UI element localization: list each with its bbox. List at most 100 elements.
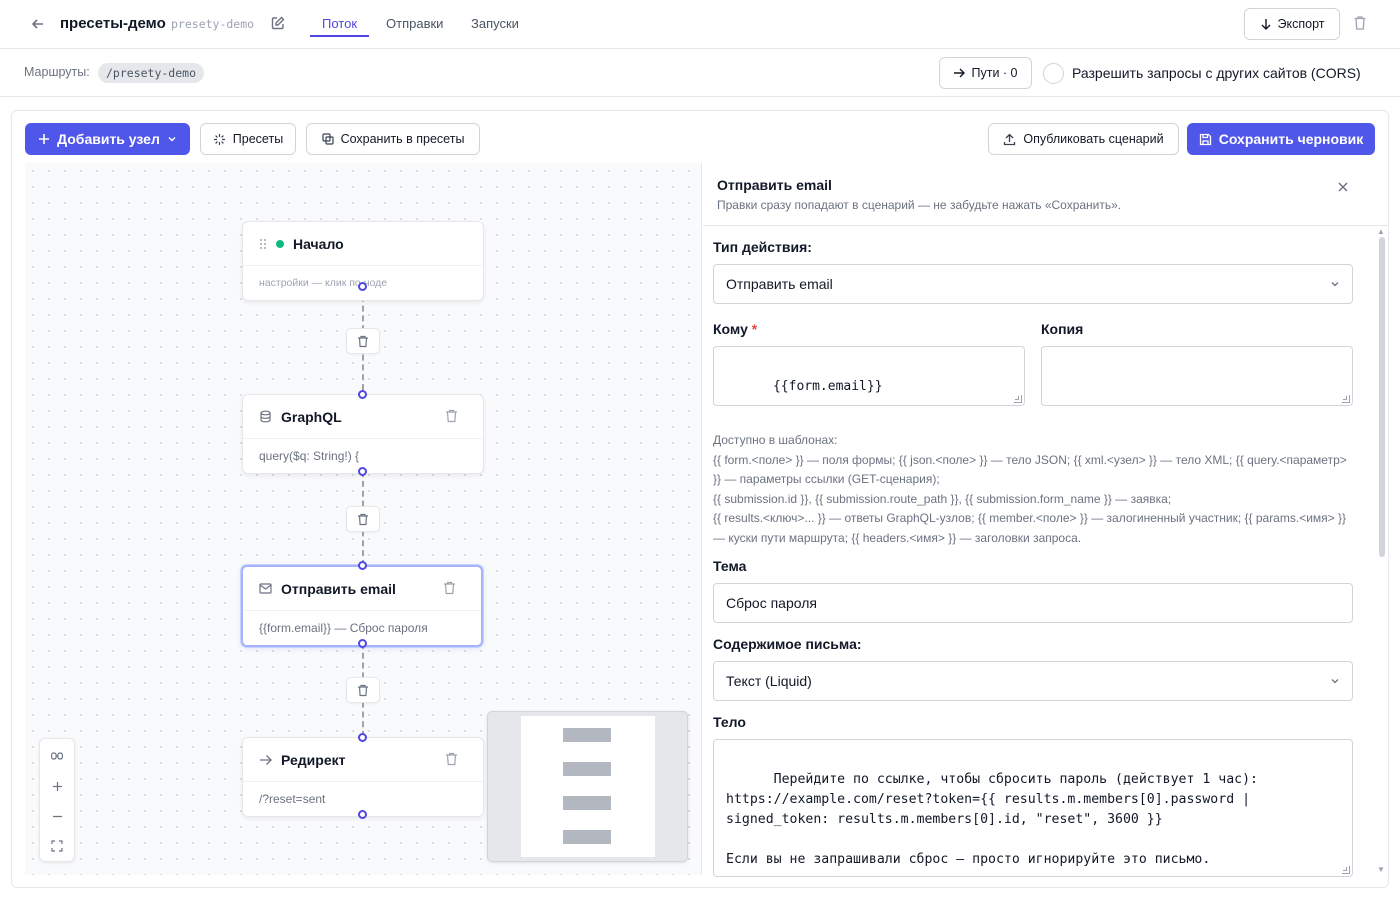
- flow-node-send-email[interactable]: Отправить email {{form.email}} — Сброс п…: [241, 565, 483, 647]
- node-output-handle[interactable]: [358, 467, 367, 476]
- sparkle-icon: [213, 133, 226, 146]
- scroll-up-arrow-icon[interactable]: ▲: [1377, 227, 1385, 236]
- content-label: Содержимое письма:: [713, 636, 862, 652]
- close-icon[interactable]: [1337, 181, 1353, 197]
- content-type-select[interactable]: Текст (Liquid): [713, 661, 1353, 701]
- delete-flow-trash-icon[interactable]: [1353, 15, 1371, 33]
- flow-node-redirect[interactable]: Редирект /?reset=sent: [242, 737, 484, 817]
- minimap[interactable]: [487, 711, 688, 862]
- node-header: Редирект: [243, 738, 483, 782]
- node-header: Начало: [243, 222, 483, 266]
- node-title: Начало: [293, 235, 344, 252]
- action-type-value: Отправить email: [726, 276, 833, 292]
- zoom-out-icon[interactable]: [40, 801, 74, 831]
- subject-value: Сброс пароля: [726, 595, 817, 611]
- node-input-handle[interactable]: [358, 733, 367, 742]
- resize-grip-icon[interactable]: [1342, 395, 1350, 403]
- action-type-select[interactable]: Отправить email: [713, 264, 1353, 304]
- node-title: Редирект: [281, 751, 346, 768]
- add-node-button[interactable]: Добавить узел: [25, 123, 190, 155]
- routes-label: Маршруты:: [24, 65, 90, 79]
- node-title: GraphQL: [281, 408, 342, 425]
- tab-flow[interactable]: Поток: [322, 16, 357, 31]
- minimap-node: [563, 762, 611, 776]
- subject-input[interactable]: Сброс пароля: [713, 583, 1353, 623]
- minimap-viewport: [521, 716, 655, 857]
- flow-canvas[interactable]: Начало настройки — клик по ноде GraphQL …: [25, 163, 702, 875]
- top-bar: пресеты-демо presety-demo Поток Отправки…: [0, 0, 1400, 49]
- template-help-line: {{ results.<ключ>... }} — ответы GraphQL…: [713, 511, 1347, 545]
- to-field[interactable]: {{form.email}}: [713, 346, 1025, 406]
- plus-icon: [38, 133, 50, 145]
- fit-view-icon[interactable]: [40, 831, 74, 861]
- action-type-label: Тип действия:: [713, 239, 812, 255]
- chevron-down-icon: [1330, 676, 1340, 686]
- presets-button[interactable]: Пресеты: [200, 123, 296, 155]
- mail-icon: [259, 583, 272, 594]
- upload-icon: [1003, 133, 1016, 146]
- tab-runs[interactable]: Запуски: [471, 16, 519, 31]
- minimap-node: [563, 728, 611, 742]
- body-field-value: Перейдите по ссылке, чтобы сбросить паро…: [726, 772, 1258, 867]
- template-help-title: Доступно в шаблонах:: [713, 433, 838, 447]
- node-trash-icon[interactable]: [443, 581, 459, 597]
- minimap-node: [563, 830, 611, 844]
- publish-button[interactable]: Опубликовать сценарий: [988, 123, 1179, 155]
- node-input-handle[interactable]: [358, 561, 367, 570]
- edge-delete-button[interactable]: [346, 677, 380, 703]
- page-title: пресеты-демо: [60, 15, 166, 32]
- paths-label: Пути · 0: [971, 66, 1018, 80]
- copy-icon: [321, 133, 334, 145]
- fit-link-icon[interactable]: [40, 741, 74, 771]
- edit-icon[interactable]: [270, 15, 288, 33]
- paths-button[interactable]: Пути · 0: [939, 57, 1032, 89]
- node-settings-panel: Отправить email Правки сразу попадают в …: [703, 163, 1388, 887]
- chevron-down-icon: [167, 134, 177, 144]
- node-trash-icon[interactable]: [445, 752, 461, 768]
- zoom-controls: [39, 738, 75, 862]
- save-draft-label: Сохранить черновик: [1218, 131, 1364, 147]
- presets-label: Пресеты: [232, 132, 284, 146]
- tab-submissions[interactable]: Отправки: [386, 16, 443, 31]
- scroll-down-arrow-icon[interactable]: ▼: [1377, 865, 1385, 874]
- node-output-handle[interactable]: [358, 639, 367, 648]
- node-output-handle[interactable]: [358, 282, 367, 291]
- panel-scrollbar[interactable]: [1379, 237, 1385, 557]
- body-field[interactable]: Перейдите по ссылке, чтобы сбросить паро…: [713, 739, 1353, 877]
- required-marker: *: [751, 321, 758, 337]
- to-field-value: {{form.email}}: [772, 379, 883, 394]
- save-to-presets-button[interactable]: Сохранить в пресеты: [306, 123, 480, 155]
- zoom-in-icon[interactable]: [40, 771, 74, 801]
- save-draft-button[interactable]: Сохранить черновик: [1187, 123, 1375, 155]
- body-label: Тело: [713, 714, 746, 730]
- node-output-handle[interactable]: [358, 810, 367, 819]
- node-title: Отправить email: [281, 580, 396, 597]
- route-badge[interactable]: /presety-demo: [98, 63, 205, 83]
- arrow-right-icon: [259, 754, 272, 766]
- node-header: Отправить email: [243, 567, 481, 611]
- edge-delete-button[interactable]: [346, 506, 380, 532]
- database-icon: [259, 410, 272, 423]
- template-help: Доступно в шаблонах: {{ form.<поле> }} —…: [713, 431, 1355, 549]
- node-input-handle[interactable]: [358, 390, 367, 399]
- node-trash-icon[interactable]: [445, 409, 461, 425]
- to-label: Кому *: [713, 321, 757, 337]
- arrow-right-icon: [953, 67, 966, 79]
- resize-grip-icon[interactable]: [1014, 395, 1022, 403]
- save-to-presets-label: Сохранить в пресеты: [340, 132, 465, 146]
- cc-field[interactable]: [1041, 346, 1353, 406]
- content-type-value: Текст (Liquid): [726, 673, 812, 689]
- trash-icon: [357, 684, 369, 697]
- drag-handle-icon[interactable]: [259, 238, 267, 250]
- resize-grip-icon[interactable]: [1342, 866, 1350, 874]
- flow-node-graphql[interactable]: GraphQL query($q: String!) {: [242, 394, 484, 474]
- active-tab-indicator: [310, 35, 369, 37]
- cors-checkbox[interactable]: [1043, 63, 1064, 84]
- export-button[interactable]: Экспорт: [1244, 8, 1340, 40]
- back-arrow-icon[interactable]: [28, 14, 48, 34]
- edge-delete-button[interactable]: [346, 328, 380, 354]
- cors-label[interactable]: Разрешить запросы с других сайтов (CORS): [1072, 65, 1361, 81]
- status-dot: [276, 239, 284, 248]
- cc-label: Копия: [1041, 321, 1084, 337]
- routes-bar: Маршруты: /presety-demo Пути · 0 Разреши…: [0, 49, 1400, 97]
